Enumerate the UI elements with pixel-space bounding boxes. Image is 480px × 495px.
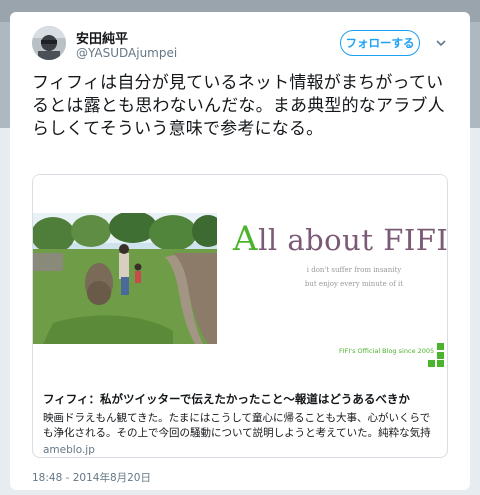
follow-button[interactable]: フォローする — [340, 30, 420, 56]
link-preview-body: フィフィ：私がツイッターで伝えたかったこと～報道はどうあるべきか 映画ドラえもん… — [33, 383, 447, 456]
tweet-text: フィフィは自分が見ているネット情報がまちがっているとは露とも思わないんだな。まあ… — [32, 73, 445, 139]
link-preview-title[interactable]: フィフィ：私がツイッターで伝えたかったこと～報道はどうあるべきか — [43, 391, 437, 407]
link-preview-image: All about FIFI i don't suffer from insan… — [33, 175, 447, 383]
blog-since-text: FIFI's Official Blog since 2005 — [339, 347, 435, 355]
tweet-card: 安田純平 @YASUDAjumpei フォローする フィフィは自分が見ているネッ… — [10, 12, 470, 490]
chevron-down-icon[interactable] — [434, 36, 448, 50]
link-preview-card[interactable]: All about FIFI i don't suffer from insan… — [32, 174, 448, 458]
link-preview-description: 映画ドラえもん観てきた。たまにはこうして童心に帰ることも大事、心がいくらでも浄化… — [43, 412, 431, 439]
blog-title-logo: All about FIFI — [233, 219, 448, 259]
blog-logo-squares-icon — [428, 343, 444, 367]
avatar[interactable] — [32, 26, 66, 60]
display-name[interactable]: 安田純平 — [76, 28, 128, 47]
user-handle[interactable]: @YASUDAjumpei — [76, 46, 177, 60]
blog-tagline: i don't suffer from insanity but enjoy e… — [304, 266, 404, 288]
link-preview-domain: ameblo.jp — [43, 444, 95, 456]
tweet-timestamp[interactable]: 18:48 - 2014年8月20日 — [32, 470, 151, 485]
blog-header-photo — [33, 213, 217, 344]
avatar-image — [32, 26, 66, 60]
